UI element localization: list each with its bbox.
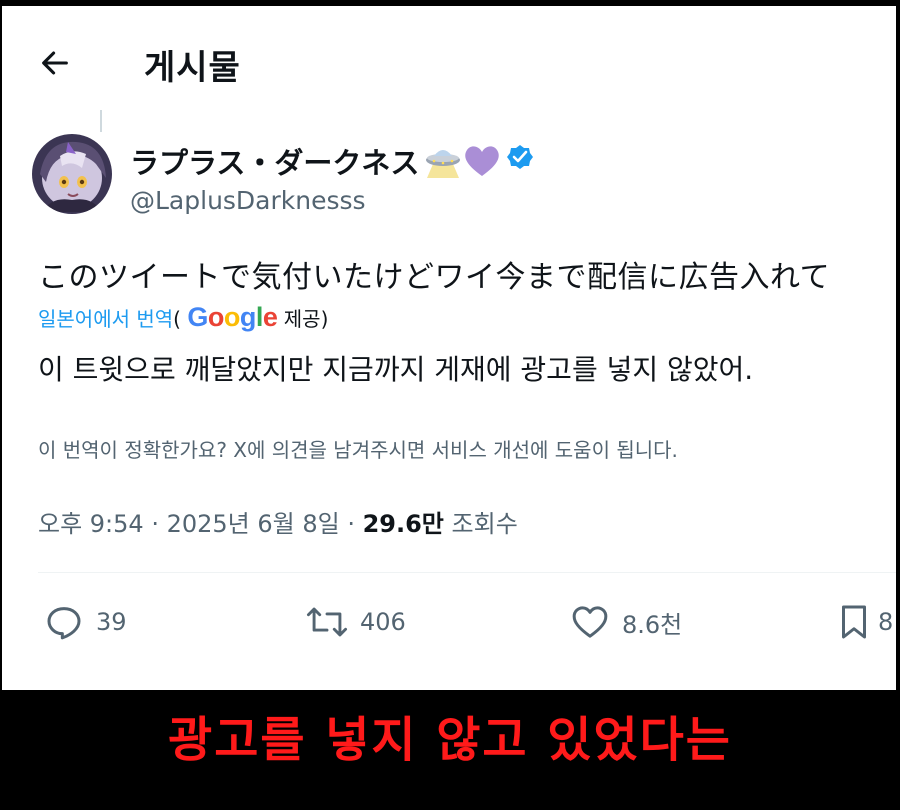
translation-attribution: 일본어에서 번역( Google 제공) (38, 302, 328, 333)
purple-heart-icon (465, 146, 499, 176)
video-caption: 광고를 넣지 않고 있었다는 (168, 712, 732, 768)
google-logo: Google (187, 302, 278, 332)
view-count-label: 조회수 (451, 510, 518, 538)
reply-button[interactable]: 39 (44, 602, 127, 642)
repost-count: 406 (360, 608, 406, 636)
post-date[interactable]: 2025년 6월 8일 (167, 510, 340, 538)
meta-separator: · (143, 510, 167, 538)
reply-icon (47, 607, 81, 640)
post-metadata: 오후 9:54 · 2025년 6월 8일 · 29.6만 조회수 (38, 504, 518, 539)
avatar-illustration (32, 134, 112, 214)
verified-badge-icon (507, 145, 533, 169)
name-emoji-group (426, 145, 533, 178)
view-count: 29.6만 (362, 510, 444, 538)
page-title: 게시물 (144, 48, 241, 88)
translated-text: 이 트윗으로 깨달았지만 지금까지 게재에 광고를 넣지 않았어. (38, 353, 754, 386)
repost-icon (306, 607, 348, 637)
like-button[interactable]: 8.6천 (570, 602, 682, 642)
translation-feedback-text[interactable]: 이 번역이 정확한가요? X에 의견을 남겨주시면 서비스 개선에 도움이 됩니… (38, 434, 678, 463)
repost-button[interactable]: 406 (306, 602, 406, 642)
tweet-text: このツイートで気付いたけどワイ今まで配信に広告入れて (38, 260, 831, 295)
bookmark-count: 8 (878, 608, 894, 636)
bookmark-icon (842, 605, 866, 639)
thread-connector-line (100, 110, 102, 132)
post-view: 게시물 ラプラス・ダークネス @LaplusDarknesss このツイートで気… (2, 6, 896, 690)
meta-separator: · (339, 510, 363, 538)
back-arrow-icon[interactable] (38, 46, 72, 80)
heart-icon (572, 606, 608, 638)
translate-open-paren: ( (173, 307, 181, 331)
author-display-name[interactable]: ラプラス・ダークネス (130, 140, 419, 182)
author-handle[interactable]: @LaplusDarknesss (130, 186, 366, 215)
divider (38, 572, 896, 573)
avatar[interactable] (32, 134, 112, 214)
translate-provided-text: 제공) (283, 307, 329, 331)
ufo-icon (426, 150, 460, 178)
like-count: 8.6천 (622, 610, 683, 639)
bookmark-button[interactable]: 8 (836, 602, 893, 642)
translate-label-link[interactable]: 일본어에서 번역 (38, 307, 173, 331)
post-time[interactable]: 오후 9:54 (38, 510, 144, 538)
reply-count: 39 (96, 608, 127, 636)
